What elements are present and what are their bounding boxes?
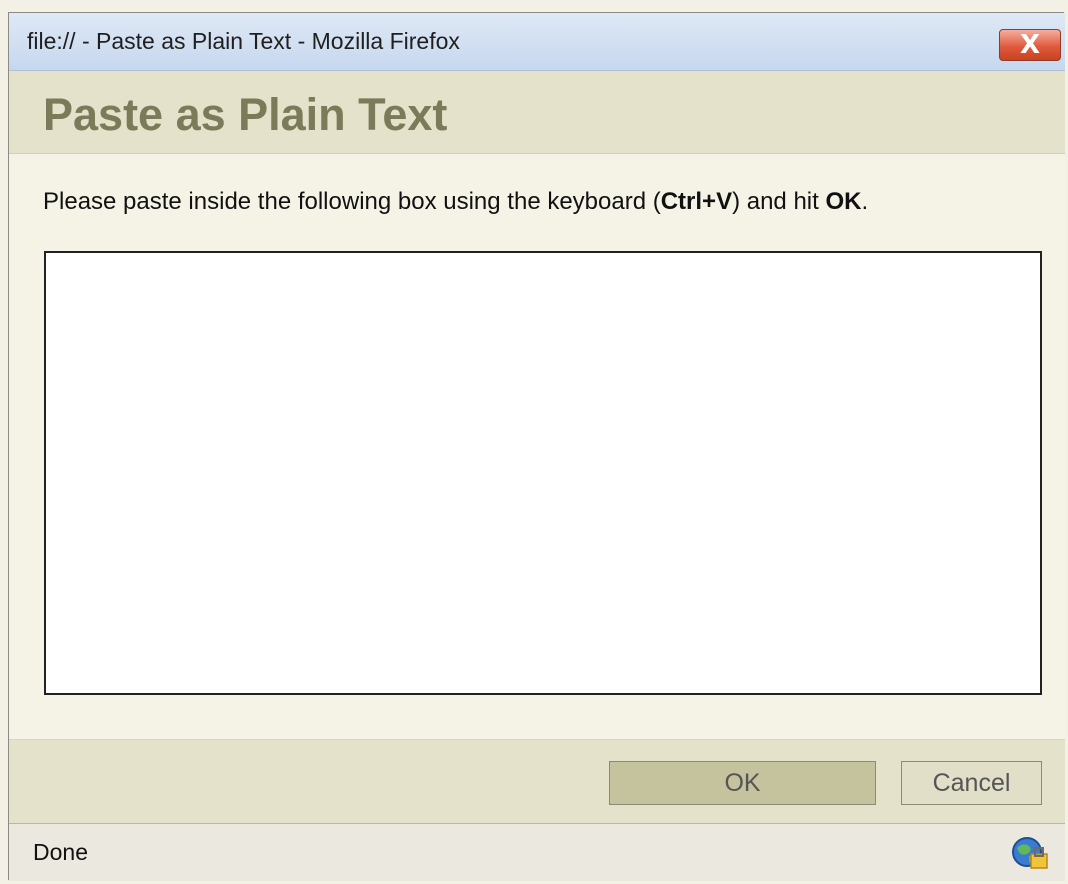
instruction-ok-word: OK [825,188,862,215]
window-titlebar[interactable]: file:// - Paste as Plain Text - Mozilla … [9,13,1065,71]
instruction-after: . [861,188,869,215]
dialog-header: Paste as Plain Text [9,71,1065,154]
ok-button[interactable]: OK [609,761,876,805]
paste-textarea[interactable] [44,251,1042,695]
firefox-window: file:// - Paste as Plain Text - Mozilla … [8,12,1065,881]
dialog-title: Paste as Plain Text [43,89,448,140]
instruction-middle: ) and hit [732,188,826,215]
status-text: Done [33,839,88,865]
window-close-button[interactable]: X [999,29,1061,61]
instruction-before: Please paste inside the following box us… [43,188,661,215]
instruction-text: Please paste inside the following box us… [43,188,868,216]
status-bar: Done [9,823,1065,881]
window-title: file:// - Paste as Plain Text - Mozilla … [27,28,460,54]
dialog-footer: OK Cancel [9,739,1065,823]
instruction-shortcut: Ctrl+V [660,188,733,215]
cancel-button[interactable]: Cancel [901,761,1042,805]
security-globe-icon[interactable] [1009,834,1049,872]
dialog-content: Please paste inside the following box us… [9,154,1065,739]
close-icon: X [1019,30,1041,60]
